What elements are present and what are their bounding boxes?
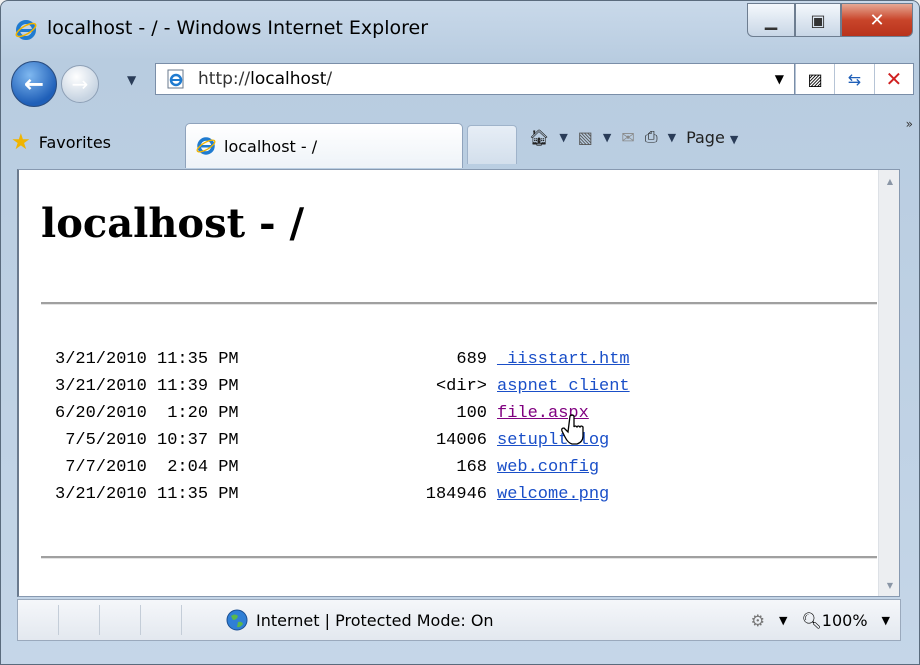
zoom-control[interactable]: 🔍︎100%	[801, 611, 867, 630]
item-date: 3/21/2010 11:35 PM	[55, 485, 239, 504]
item-link[interactable]: welcome.png	[497, 485, 609, 504]
command-tools: 🏠︎ ▼ ▧ ▼ ✉ ⎙ ▼ Page ▼	[529, 127, 738, 147]
print-dropdown-icon[interactable]: ▼	[668, 131, 676, 144]
page-menu-button[interactable]: Page ▼	[686, 128, 738, 147]
minimize-icon: ▁	[764, 10, 778, 30]
maximize-icon: ▣	[810, 10, 826, 30]
status-bar: Internet | Protected Mode: On ⚙ ▼ 🔍︎100%…	[17, 599, 901, 641]
list-item: 7/5/2010 10:37 PM 14006 setuplt.log	[55, 431, 630, 458]
item-size: 14006	[435, 431, 487, 450]
maximize-button[interactable]: ▣	[795, 3, 841, 37]
vertical-scrollbar[interactable]: ▲ ▼	[878, 170, 899, 596]
stop-icon: ✕	[885, 67, 903, 91]
item-size: <dir>	[435, 377, 487, 396]
refresh-button[interactable]: ⇆	[834, 64, 873, 94]
page-title: localhost - /	[41, 200, 305, 247]
item-size: 100	[456, 404, 487, 423]
item-link[interactable]: _iisstart.htm	[497, 350, 630, 369]
item-link[interactable]: setuplt.log	[497, 431, 609, 450]
address-bar[interactable]: http://localhost/ ▼	[155, 63, 795, 95]
item-link[interactable]: aspnet_client	[497, 377, 630, 396]
caption-buttons: ▁ ▣ ✕	[747, 3, 913, 37]
compatibility-view-icon: ▨	[807, 69, 823, 89]
forward-button[interactable]: →	[61, 65, 99, 103]
address-host: localhost	[250, 69, 327, 89]
compatibility-view-button[interactable]: ▨	[795, 64, 834, 94]
feeds-dropdown-icon[interactable]: ▼	[603, 131, 611, 144]
status-cell	[141, 605, 182, 635]
status-cell	[100, 605, 141, 635]
print-icon[interactable]: ⎙	[645, 127, 658, 147]
zoom-level: 100%	[821, 610, 868, 630]
home-icon[interactable]: 🏠︎	[529, 128, 549, 147]
recent-pages-dropdown[interactable]: ▼	[127, 73, 136, 87]
tab-localhost[interactable]: localhost - /	[185, 123, 463, 168]
security-zone[interactable]: Internet | Protected Mode: On	[226, 609, 494, 631]
status-cell	[18, 605, 59, 635]
popup-blocker-icon[interactable]: ⚙	[751, 611, 765, 630]
favorites-label: Favorites	[38, 132, 112, 152]
window-title: localhost - / - Windows Internet Explore…	[47, 17, 429, 39]
address-tools: ▨ ⇆ ✕	[795, 63, 914, 95]
divider-top	[41, 302, 877, 305]
minimize-button[interactable]: ▁	[747, 3, 795, 37]
address-prefix: http://	[198, 69, 251, 89]
close-button[interactable]: ✕	[841, 3, 913, 37]
item-date: 7/5/2010 10:37 PM	[55, 431, 239, 450]
item-date: 7/7/2010 2:04 PM	[55, 458, 239, 477]
forward-arrow-icon: →	[71, 72, 89, 96]
tab-label: localhost - /	[224, 136, 318, 156]
mail-icon[interactable]: ✉	[621, 128, 634, 147]
title-bar: localhost - / - Windows Internet Explore…	[1, 1, 919, 53]
back-arrow-icon: ←	[23, 70, 45, 98]
address-dropdown-icon[interactable]: ▼	[775, 72, 784, 86]
favorites-button[interactable]: ★ Favorites	[11, 123, 111, 161]
list-item: 7/7/2010 2:04 PM 168 web.config	[55, 458, 630, 485]
list-item: 6/20/2010 1:20 PM 100 file.aspx	[55, 404, 630, 431]
page-dropdown-icon: ▼	[729, 132, 739, 146]
favorites-star-icon: ★	[11, 129, 31, 155]
home-dropdown-icon[interactable]: ▼	[559, 131, 567, 144]
navigation-bar: ← → ▼ http://localhost/ ▼ ▨ ⇆ ✕	[1, 53, 919, 111]
security-zone-label: Internet | Protected Mode: On	[256, 610, 494, 630]
item-date: 3/21/2010 11:39 PM	[55, 377, 239, 396]
list-item: 3/21/2010 11:35 PM 689 _iisstart.htm	[55, 350, 630, 377]
list-item: 3/21/2010 11:35 PM 184946 welcome.png	[55, 485, 630, 512]
item-size: 689	[456, 350, 487, 369]
scroll-up-icon[interactable]: ▲	[879, 170, 899, 192]
status-right: ⚙ ▼ 🔍︎100% ▼	[751, 600, 890, 640]
address-suffix: /	[326, 69, 333, 89]
item-link[interactable]: web.config	[497, 458, 599, 477]
status-cell	[59, 605, 100, 635]
hand-pointer-icon	[561, 414, 584, 445]
divider-bottom	[41, 556, 877, 559]
ie-page-icon	[167, 69, 184, 89]
close-icon: ✕	[869, 9, 885, 31]
globe-icon	[226, 609, 248, 631]
popup-dropdown-icon[interactable]: ▼	[779, 614, 787, 627]
item-size: 168	[456, 458, 487, 477]
new-tab-button[interactable]	[467, 125, 517, 164]
ie-page-icon	[196, 137, 216, 155]
address-text[interactable]: http://localhost/	[198, 69, 332, 89]
command-bar: ★ Favorites localhost - / 🏠︎ ▼ ▧ ▼ ✉ ⎙ ▼…	[1, 113, 919, 169]
refresh-icon: ⇆	[847, 69, 862, 89]
zoom-dropdown-icon[interactable]: ▼	[882, 614, 890, 627]
page-content: localhost - / 3/21/2010 11:35 PM 689 _ii…	[17, 169, 900, 597]
directory-listing: 3/21/2010 11:35 PM 689 _iisstart.htm 3/2…	[55, 350, 630, 512]
overflow-chevron-icon[interactable]: »	[906, 117, 913, 131]
list-item: 3/21/2010 11:39 PM <dir> aspnet_client	[55, 377, 630, 404]
item-date: 3/21/2010 11:35 PM	[55, 350, 239, 369]
back-button[interactable]: ←	[11, 61, 57, 107]
browser-window: localhost - / - Windows Internet Explore…	[0, 0, 920, 665]
page-menu-label: Page	[686, 127, 725, 147]
item-date: 6/20/2010 1:20 PM	[55, 404, 239, 423]
feeds-icon[interactable]: ▧	[578, 128, 593, 147]
stop-button[interactable]: ✕	[873, 64, 913, 94]
ie-logo-icon	[15, 20, 37, 40]
zoom-icon: 🔍︎	[801, 610, 822, 630]
item-size: 184946	[425, 485, 487, 504]
scroll-down-icon[interactable]: ▼	[879, 574, 899, 596]
